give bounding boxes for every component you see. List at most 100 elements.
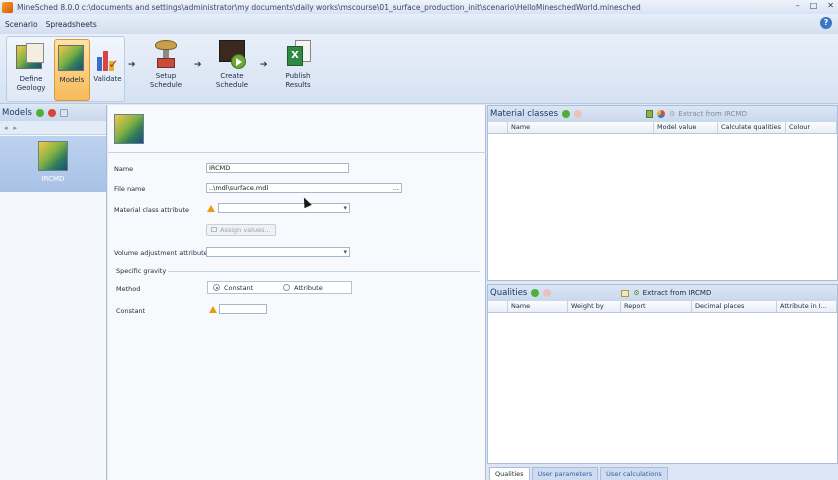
col-model-value[interactable]: Model value [654,122,718,133]
col-attribute-in[interactable]: Attribute in I... [777,301,837,312]
qualities-header: Qualities ⚙ Extract from IRCMD [488,285,837,301]
browse-file-button[interactable]: ... [393,184,399,192]
add-model-icon[interactable] [35,109,44,117]
warning-icon [209,306,217,313]
close-button[interactable]: ✕ [827,1,834,10]
comment-icon[interactable] [621,289,630,297]
import-icon[interactable] [646,110,653,118]
material-classes-title: Material classes [490,109,558,119]
move-down-icon[interactable]: ▸ [14,124,18,132]
menu-spreadsheets[interactable]: Spreadsheets [46,20,97,29]
validate-chart-icon: ✓ [91,41,125,73]
create-schedule-button[interactable]: Create Schedule [206,36,258,98]
model-list-item[interactable]: IRCMD [0,136,106,192]
models-subtoolbar: ◂ ▸ [0,121,106,135]
extract-qualities-label: Extract from IRCMD [642,289,712,297]
remove-material-icon[interactable] [574,110,582,118]
material-class-label: Material class attribute [114,206,190,214]
material-class-select[interactable] [218,203,350,213]
volume-adjustment-select[interactable] [206,247,350,257]
models-panel: Models ◂ ▸ IRCMD [0,105,107,480]
row-selector-header [488,122,508,133]
constant-option-label: Constant [224,284,254,292]
constant-input[interactable] [219,304,267,314]
publish-results-label: Publish Results [285,72,311,89]
extract-icon: ⚙ [633,289,640,297]
define-geology-label: Define Geology [16,75,46,92]
tab-user-parameters[interactable]: User parameters [531,467,599,480]
extract-icon: ⚙ [669,110,676,118]
qualities-panel: Qualities ⚙ Extract from IRCMD Name Weig… [487,284,838,464]
publish-results-button[interactable]: X Publish Results [272,36,324,98]
minimize-button[interactable]: – [796,1,800,10]
col-decimal-places[interactable]: Decimal places [692,301,777,312]
geology-group: Define Geology Models ✓ Validate [6,36,125,102]
col-name[interactable]: Name [508,122,654,133]
col-colour[interactable]: Colour [786,122,837,133]
help-icon[interactable]: ? [820,17,832,29]
flow-arrow-icon: ➔ [260,60,268,70]
col-name[interactable]: Name [508,301,568,312]
create-schedule-label: Create Schedule [215,72,249,89]
copy-model-icon[interactable] [59,109,68,117]
extract-material-label: Extract from IRCMD [678,110,747,118]
extract-qualities-button[interactable]: ⚙ Extract from IRCMD [633,289,711,297]
validate-button[interactable]: ✓ Validate [91,39,124,101]
setup-schedule-button[interactable]: Setup Schedule [140,36,192,98]
menu-bar: Scenario Spreadsheets [0,14,838,34]
flow-arrow-icon: ➔ [194,60,202,70]
publish-results-icon: X [281,38,315,70]
add-material-icon[interactable] [562,110,570,118]
remove-quality-icon[interactable] [543,289,552,297]
name-input[interactable]: IRCMD [206,163,349,173]
extract-material-button[interactable]: ⚙ Extract from IRCMD [669,110,747,118]
flow-arrow-icon: ➔ [128,60,136,70]
menu-scenario[interactable]: Scenario [5,20,38,29]
models-panel-title: Models [2,108,32,118]
volume-adjustment-label: Volume adjustment attribute [114,249,208,257]
add-quality-icon[interactable] [531,289,540,297]
qualities-grid-header: Name Weight by Report Decimal places Att… [488,301,837,313]
assign-values-button[interactable]: Assign values... [206,224,276,236]
material-classes-header: Material classes ⚙ Extract from IRCMD [488,106,837,122]
setup-schedule-label: Setup Schedule [149,72,183,89]
specific-gravity-header: Specific gravity [116,267,167,275]
models-cube-icon [55,42,89,74]
file-name-value: ..\mdl\surface.mdl [209,184,269,192]
col-report[interactable]: Report [621,301,692,312]
model-cube-icon [38,141,68,171]
file-name-input[interactable]: ..\mdl\surface.mdl ... [206,183,402,193]
colour-icon[interactable] [657,110,665,118]
row-selector-header [488,301,508,312]
constant-radio[interactable] [213,284,220,291]
warning-icon [207,205,215,212]
name-label: Name [114,165,134,173]
bottom-tab-strip: Qualities User parameters User calculati… [487,464,838,480]
workflow-ribbon: Define Geology Models ✓ Validate ➔ Setup… [0,34,838,104]
col-weight-by[interactable]: Weight by [568,301,621,312]
attribute-option-label: Attribute [294,284,323,292]
model-properties-panel: Name IRCMD File name ..\mdl\surface.mdl … [108,105,486,480]
define-geology-button[interactable]: Define Geology [9,39,53,101]
grid-icon [211,227,217,232]
tab-qualities[interactable]: Qualities [489,467,530,480]
assign-values-label: Assign values... [220,226,271,234]
file-name-label: File name [114,185,146,193]
material-classes-panel: Material classes ⚙ Extract from IRCMD Na… [487,105,838,281]
attribute-radio[interactable] [283,284,290,291]
title-bar: MineSched 8.0.0 c:\documents and setting… [0,0,838,14]
create-schedule-icon [215,38,249,70]
method-label: Method [116,285,141,293]
remove-model-icon[interactable] [47,109,56,117]
col-calculate-qualities[interactable]: Calculate qualities [718,122,786,133]
models-panel-header: Models [0,105,106,121]
models-button[interactable]: Models [54,39,90,101]
model-header-icon [114,114,144,144]
maximize-button[interactable]: □ [810,1,818,10]
tab-user-calculations[interactable]: User calculations [600,467,668,480]
app-icon [2,1,13,13]
move-up-icon[interactable]: ◂ [4,124,8,132]
models-label: Models [59,76,85,84]
model-item-label: IRCMD [41,175,65,183]
geology-icon [14,41,48,73]
